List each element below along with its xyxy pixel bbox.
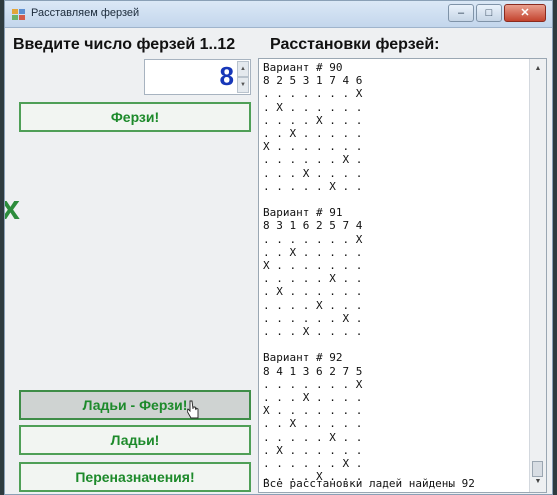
spin-up-icon[interactable]: ▲: [237, 61, 249, 77]
spinner-arrows: ▲ ▼: [237, 61, 249, 93]
queen-count-label: Введите число ферзей 1..12: [13, 36, 236, 53]
queen-count-value[interactable]: 8: [220, 61, 234, 92]
reassign-button[interactable]: Переназначения!: [19, 462, 251, 492]
minimize-button[interactable]: –: [448, 4, 474, 22]
app-window: Расставляем ферзей – □ ✕ Введите число ф…: [4, 0, 553, 495]
rooks-button[interactable]: Ладьи!: [19, 425, 251, 455]
edge-mark-icon: x: [5, 189, 20, 228]
solutions-text: Вариант # 90 8 2 5 3 1 7 4 6 . . . . . .…: [263, 61, 363, 484]
app-icon: [12, 9, 25, 20]
scroll-up-icon[interactable]: ▲: [530, 61, 546, 77]
window-controls: – □ ✕: [448, 4, 546, 22]
window-title: Расставляем ферзей: [31, 7, 140, 19]
maximize-button[interactable]: □: [476, 4, 502, 22]
title-bar[interactable]: Расставляем ферзей – □ ✕: [5, 1, 552, 28]
solutions-heading: Расстановки ферзей:: [270, 36, 440, 53]
vertical-scrollbar[interactable]: ▲ ▼: [529, 59, 546, 492]
spin-down-icon[interactable]: ▼: [237, 77, 249, 93]
solutions-output[interactable]: Вариант # 90 8 2 5 3 1 7 4 6 . . . . . .…: [258, 58, 547, 493]
hand-cursor-icon: [187, 400, 199, 419]
queens-button[interactable]: Ферзи!: [19, 102, 251, 132]
scroll-down-icon[interactable]: ▼: [530, 474, 546, 490]
close-button[interactable]: ✕: [504, 4, 546, 22]
solutions-footer: Все расстановки ладей найдены 92: [263, 477, 475, 490]
rooks-queens-button[interactable]: Ладьи - Ферзи!: [19, 390, 251, 420]
queen-count-spinner[interactable]: 8 ▲ ▼: [144, 59, 251, 95]
